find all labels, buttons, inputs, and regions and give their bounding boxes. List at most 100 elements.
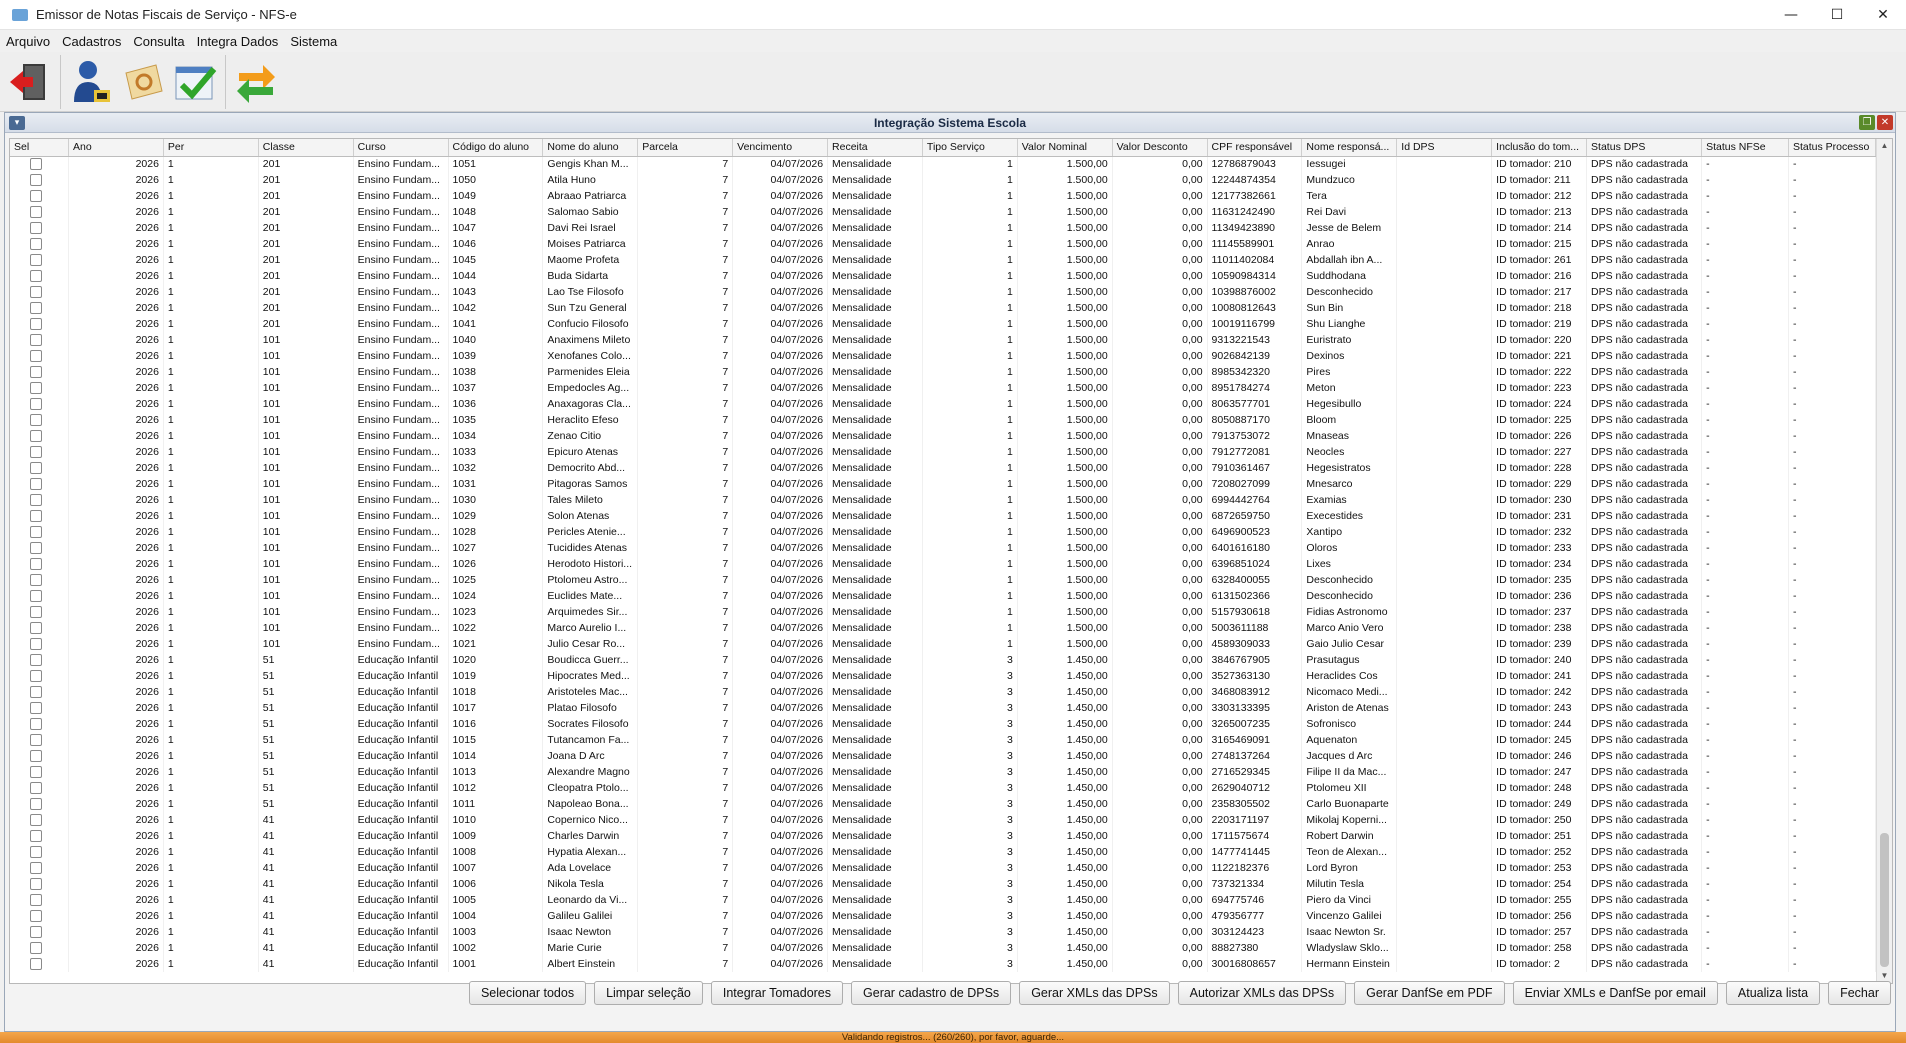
generate-danfse-pdf-button[interactable]: Gerar DanfSe em PDF	[1354, 981, 1505, 1005]
table-row[interactable]: 2026 1 101 Ensino Fundam... 1031 Pitagoras Sa…	[10, 476, 1877, 492]
row-checkbox[interactable]	[30, 174, 42, 187]
column-header[interactable]: CPF responsável	[1207, 139, 1303, 157]
menu-sistema[interactable]: Sistema	[290, 34, 337, 49]
column-header[interactable]: Classe	[258, 139, 354, 157]
table-row[interactable]: 2026 1 201 Ensino Fundam... 1047 Davi Rei Isr…	[10, 220, 1877, 236]
row-checkbox[interactable]	[30, 350, 42, 363]
tools-button[interactable]	[117, 54, 169, 110]
menu-cadastros[interactable]: Cadastros	[62, 34, 121, 49]
table-row[interactable]: 2026 1 101 Ensino Fundam... 1024 Euclides Mat…	[10, 588, 1877, 604]
table-row[interactable]: 2026 1 101 Ensino Fundam... 1033 Epicuro Aten…	[10, 444, 1877, 460]
table-row[interactable]: 2026 1 101 Ensino Fundam... 1026 Herodoto His…	[10, 556, 1877, 572]
column-header[interactable]: Sel	[10, 139, 70, 157]
column-header[interactable]: Parcela	[637, 139, 734, 157]
row-checkbox[interactable]	[30, 366, 42, 379]
table-row[interactable]: 2026 1 101 Ensino Fundam... 1036 Anaxagoras C…	[10, 396, 1877, 412]
table-row[interactable]: 2026 1 101 Ensino Fundam... 1023 Arquimedes S…	[10, 604, 1877, 620]
maximize-button[interactable]: ☐	[1814, 0, 1860, 30]
table-row[interactable]: 2026 1 101 Ensino Fundam... 1038 Parmenides E…	[10, 364, 1877, 380]
table-row[interactable]: 2026 1 41 Educação Infantil 1007 Ada Lovelace…	[10, 860, 1877, 876]
table-row[interactable]: 2026 1 201 Ensino Fundam... 1048 Salomao Sabi…	[10, 204, 1877, 220]
row-checkbox[interactable]	[30, 494, 42, 507]
row-checkbox[interactable]	[30, 558, 42, 571]
table-row[interactable]: 2026 1 41 Educação Infantil 1009 Charles Darw…	[10, 828, 1877, 844]
table-row[interactable]: 2026 1 201 Ensino Fundam... 1043 Lao Tse Filo…	[10, 284, 1877, 300]
table-row[interactable]: 2026 1 101 Ensino Fundam... 1032 Democrito Ab…	[10, 460, 1877, 476]
table-row[interactable]: 2026 1 51 Educação Infantil 1018 Aristoteles …	[10, 684, 1877, 700]
row-checkbox[interactable]	[30, 606, 42, 619]
frame-menu-icon[interactable]: ▾	[9, 115, 25, 130]
table-row[interactable]: 2026 1 101 Ensino Fundam... 1029 Solon Atenas…	[10, 508, 1877, 524]
table-row[interactable]: 2026 1 51 Educação Infantil 1013 Alexandre Ma…	[10, 764, 1877, 780]
table-row[interactable]: 2026 1 51 Educação Infantil 1017 Platao Filos…	[10, 700, 1877, 716]
table-row[interactable]: 2026 1 101 Ensino Fundam... 1039 Xenofanes Co…	[10, 348, 1877, 364]
table-row[interactable]: 2026 1 101 Ensino Fundam... 1027 Tucidides At…	[10, 540, 1877, 556]
frame-restore-button[interactable]: ❐	[1859, 115, 1875, 130]
row-checkbox[interactable]	[30, 190, 42, 203]
column-header[interactable]: Per	[163, 139, 259, 157]
table-row[interactable]: 2026 1 41 Educação Infantil 1010 Copernico Ni…	[10, 812, 1877, 828]
column-header[interactable]: Curso	[353, 139, 449, 157]
column-header[interactable]: Status Processo	[1788, 139, 1877, 157]
row-checkbox[interactable]	[30, 750, 42, 763]
row-checkbox[interactable]	[30, 382, 42, 395]
row-checkbox[interactable]	[30, 430, 42, 443]
vertical-scrollbar[interactable]: ▲ ▼	[1876, 139, 1892, 983]
row-checkbox[interactable]	[30, 302, 42, 315]
table-row[interactable]: 2026 1 201 Ensino Fundam... 1042 Sun Tzu Gene…	[10, 300, 1877, 316]
table-row[interactable]: 2026 1 201 Ensino Fundam... 1050 Atila Huno 7 0…	[10, 172, 1877, 188]
menu-integra-dados[interactable]: Integra Dados	[197, 34, 279, 49]
row-checkbox[interactable]	[30, 526, 42, 539]
scroll-up-icon[interactable]: ▲	[1877, 139, 1892, 153]
table-row[interactable]: 2026 1 101 Ensino Fundam... 1040 Anaximens Mi…	[10, 332, 1877, 348]
column-header[interactable]: Id DPS	[1396, 139, 1493, 157]
table-row[interactable]: 2026 1 101 Ensino Fundam... 1021 Julio Cesar …	[10, 636, 1877, 652]
user-button[interactable]	[65, 54, 117, 110]
refresh-list-button[interactable]: Atualiza lista	[1725, 981, 1821, 1005]
table-row[interactable]: 2026 1 101 Ensino Fundam... 1037 Empedocles A…	[10, 380, 1877, 396]
table-row[interactable]: 2026 1 51 Educação Infantil 1015 Tutancamon F…	[10, 732, 1877, 748]
column-header[interactable]: Inclusão do tom...	[1491, 139, 1588, 157]
row-checkbox[interactable]	[30, 782, 42, 795]
table-row[interactable]: 2026 1 201 Ensino Fundam... 1045 Maome Profet…	[10, 252, 1877, 268]
column-header[interactable]: Receita	[827, 139, 923, 157]
row-checkbox[interactable]	[30, 510, 42, 523]
table-row[interactable]: 2026 1 101 Ensino Fundam... 1030 Tales Mileto…	[10, 492, 1877, 508]
menu-arquivo[interactable]: Arquivo	[6, 34, 50, 49]
table-row[interactable]: 2026 1 201 Ensino Fundam... 1046 Moises Patri…	[10, 236, 1877, 252]
table-row[interactable]: 2026 1 41 Educação Infantil 1004 Galileu Gali…	[10, 908, 1877, 924]
column-header[interactable]: Status DPS	[1586, 139, 1703, 157]
checklist-button[interactable]	[169, 54, 221, 110]
row-checkbox[interactable]	[30, 638, 42, 651]
row-checkbox[interactable]	[30, 958, 42, 971]
row-checkbox[interactable]	[30, 814, 42, 827]
row-checkbox[interactable]	[30, 542, 42, 555]
column-header[interactable]: Status NFSe	[1701, 139, 1789, 157]
table-row[interactable]: 2026 1 201 Ensino Fundam... 1044 Buda Sidarta…	[10, 268, 1877, 284]
row-checkbox[interactable]	[30, 670, 42, 683]
row-checkbox[interactable]	[30, 734, 42, 747]
table-row[interactable]: 2026 1 51 Educação Infantil 1011 Napoleao Bon…	[10, 796, 1877, 812]
row-checkbox[interactable]	[30, 830, 42, 843]
row-checkbox[interactable]	[30, 334, 42, 347]
table-row[interactable]: 2026 1 51 Educação Infantil 1019 Hipocrates M…	[10, 668, 1877, 684]
column-header[interactable]: Ano	[68, 139, 164, 157]
authorize-xmls-button[interactable]: Autorizar XMLs das DPSs	[1177, 981, 1347, 1005]
row-checkbox[interactable]	[30, 846, 42, 859]
row-checkbox[interactable]	[30, 894, 42, 907]
row-checkbox[interactable]	[30, 238, 42, 251]
exit-button[interactable]	[4, 54, 56, 110]
generate-dps-button[interactable]: Gerar cadastro de DPSs	[851, 981, 1012, 1005]
row-checkbox[interactable]	[30, 686, 42, 699]
row-checkbox[interactable]	[30, 622, 42, 635]
table-row[interactable]: 2026 1 51 Educação Infantil 1012 Cleopatra Pt…	[10, 780, 1877, 796]
select-all-button[interactable]: Selecionar todos	[468, 981, 587, 1005]
row-checkbox[interactable]	[30, 398, 42, 411]
row-checkbox[interactable]	[30, 910, 42, 923]
table-row[interactable]: 2026 1 101 Ensino Fundam... 1022 Marco Aureli…	[10, 620, 1877, 636]
column-header[interactable]: Valor Nominal	[1017, 139, 1113, 157]
column-header[interactable]: Vencimento	[732, 139, 829, 157]
table-row[interactable]: 2026 1 41 Educação Infantil 1001 Albert Einst…	[10, 956, 1877, 972]
table-row[interactable]: 2026 1 51 Educação Infantil 1020 Boudicca Gue…	[10, 652, 1877, 668]
row-checkbox[interactable]	[30, 206, 42, 219]
